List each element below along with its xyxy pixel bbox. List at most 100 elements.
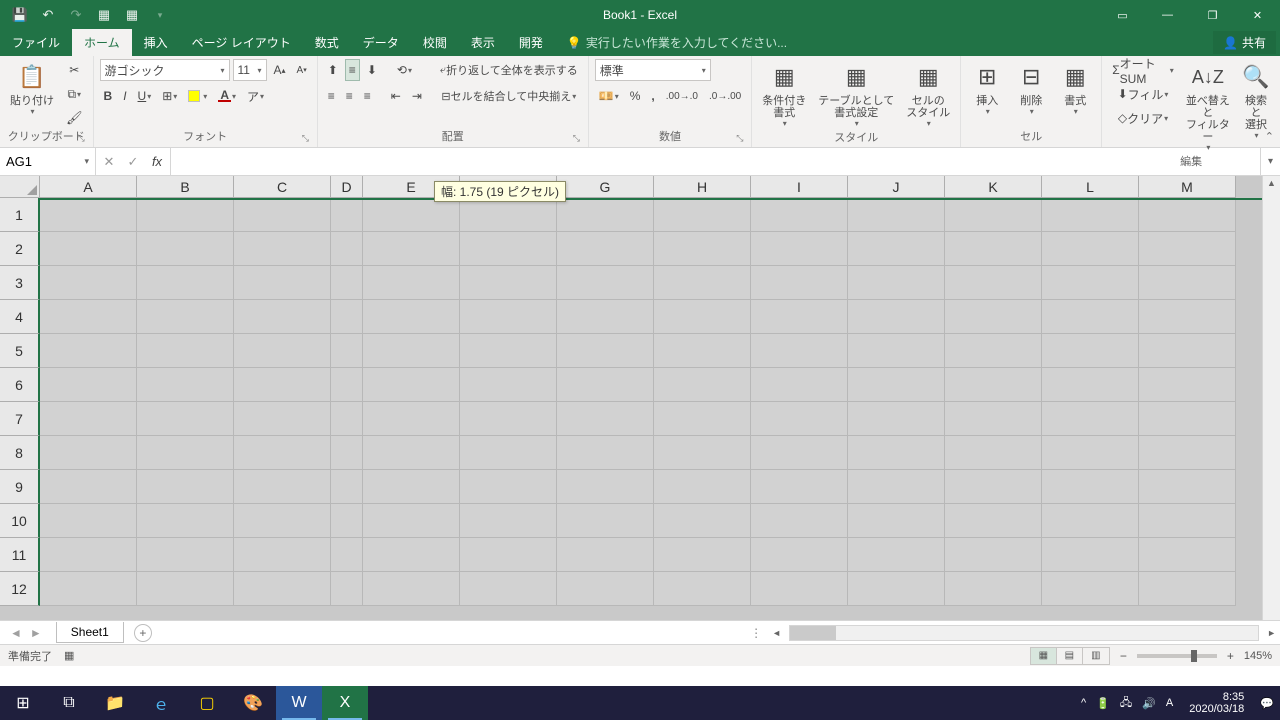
cell[interactable]: [945, 266, 1042, 300]
hscroll-track[interactable]: [789, 625, 1259, 641]
increase-font-button[interactable]: A▴: [270, 59, 290, 81]
task-view-button[interactable]: ⧉: [46, 686, 92, 720]
share-button[interactable]: 👤 共有: [1213, 31, 1276, 54]
tab-home[interactable]: ホーム: [72, 29, 132, 56]
alignment-dialog-launcher-icon[interactable]: ⤡: [573, 133, 585, 145]
cell[interactable]: [40, 200, 137, 232]
taskbar-excel-icon[interactable]: X: [322, 686, 368, 720]
cell[interactable]: [751, 232, 848, 266]
cell[interactable]: [945, 436, 1042, 470]
cell[interactable]: [848, 402, 945, 436]
sort-filter-button[interactable]: A↓Z並べ替えと フィルター▾: [1182, 59, 1234, 154]
number-dialog-launcher-icon[interactable]: ⤡: [736, 133, 748, 145]
cell[interactable]: [363, 470, 460, 504]
cell[interactable]: [945, 200, 1042, 232]
format-painter-button[interactable]: 🖌: [62, 107, 87, 129]
cell[interactable]: [331, 504, 363, 538]
cell[interactable]: [945, 300, 1042, 334]
cell[interactable]: [137, 266, 234, 300]
cell[interactable]: [654, 200, 751, 232]
column-header[interactable]: A: [40, 176, 137, 198]
cell[interactable]: [1042, 334, 1139, 368]
cell[interactable]: [460, 334, 557, 368]
cell[interactable]: [331, 538, 363, 572]
font-size-combo[interactable]: 11▾: [233, 59, 267, 81]
restore-icon[interactable]: ❐: [1190, 0, 1235, 30]
qat-custom-1-icon[interactable]: ▦: [96, 7, 112, 23]
row-header[interactable]: 1: [0, 198, 40, 232]
page-break-view-button[interactable]: ▥: [1083, 648, 1109, 664]
cell[interactable]: [137, 436, 234, 470]
zoom-level[interactable]: 145%: [1244, 650, 1272, 662]
cell[interactable]: [460, 200, 557, 232]
cell[interactable]: [460, 300, 557, 334]
delete-cells-button[interactable]: ⊟削除▾: [1011, 59, 1051, 118]
row-header[interactable]: 4: [0, 300, 40, 334]
cell[interactable]: [557, 232, 654, 266]
cell[interactable]: [945, 470, 1042, 504]
cell[interactable]: [945, 402, 1042, 436]
font-color-button[interactable]: A▾: [214, 85, 240, 107]
cells-area[interactable]: [40, 198, 1262, 620]
cell[interactable]: [848, 436, 945, 470]
cell[interactable]: [234, 402, 331, 436]
column-header[interactable]: L: [1042, 176, 1139, 198]
cell[interactable]: [331, 436, 363, 470]
cell[interactable]: [363, 266, 460, 300]
decrease-decimal-button[interactable]: .0→.00: [705, 85, 745, 107]
cell[interactable]: [1139, 334, 1236, 368]
cell[interactable]: [751, 300, 848, 334]
cell[interactable]: [848, 266, 945, 300]
column-header[interactable]: G: [557, 176, 654, 198]
taskbar-word-icon[interactable]: W: [276, 686, 322, 720]
save-icon[interactable]: 💾: [12, 7, 28, 23]
cell[interactable]: [234, 266, 331, 300]
scroll-right-icon[interactable]: ►: [1263, 628, 1280, 638]
name-box[interactable]: AG1▾: [0, 148, 96, 175]
cell[interactable]: [751, 402, 848, 436]
cell[interactable]: [331, 470, 363, 504]
cell[interactable]: [40, 538, 137, 572]
taskbar-ie-icon[interactable]: ｅ: [138, 686, 184, 720]
tab-page-layout[interactable]: ページ レイアウト: [180, 29, 303, 56]
row-header[interactable]: 2: [0, 232, 40, 266]
wrap-text-button[interactable]: ⤶ 折り返して全体を表示する: [436, 59, 582, 81]
cell[interactable]: [1139, 300, 1236, 334]
column-header[interactable]: K: [945, 176, 1042, 198]
cell[interactable]: [557, 266, 654, 300]
insert-cells-button[interactable]: ⊞挿入▾: [967, 59, 1007, 118]
cell[interactable]: [654, 436, 751, 470]
comma-style-button[interactable]: ,: [647, 85, 658, 107]
cell[interactable]: [40, 266, 137, 300]
collapse-ribbon-icon[interactable]: ⌃: [1265, 130, 1274, 143]
cell[interactable]: [945, 368, 1042, 402]
cell[interactable]: [1042, 200, 1139, 232]
cell[interactable]: [557, 402, 654, 436]
cell[interactable]: [557, 572, 654, 606]
cell[interactable]: [654, 266, 751, 300]
horizontal-scrollbar[interactable]: ⋮ ◄ ►: [744, 621, 1280, 644]
decrease-indent-button[interactable]: ⇤: [387, 85, 405, 107]
cell[interactable]: [363, 200, 460, 232]
cell[interactable]: [460, 402, 557, 436]
cell[interactable]: [234, 232, 331, 266]
cell[interactable]: [331, 300, 363, 334]
clear-button[interactable]: ◇ クリア▾: [1108, 107, 1178, 129]
cell[interactable]: [751, 334, 848, 368]
cell[interactable]: [1139, 402, 1236, 436]
cell[interactable]: [40, 402, 137, 436]
cell[interactable]: [751, 266, 848, 300]
taskbar-sticky-icon[interactable]: ▢: [184, 686, 230, 720]
cell[interactable]: [234, 470, 331, 504]
paste-button[interactable]: 📋 貼り付け ▾: [6, 59, 58, 118]
cell[interactable]: [1139, 368, 1236, 402]
tab-data[interactable]: データ: [351, 29, 411, 56]
cell-styles-button[interactable]: ▦セルの スタイル▾: [902, 59, 954, 130]
cell[interactable]: [1042, 368, 1139, 402]
sheet-nav-prev-icon[interactable]: ◄: [10, 626, 22, 640]
cell[interactable]: [331, 402, 363, 436]
tab-developer[interactable]: 開発: [507, 29, 555, 56]
cell[interactable]: [331, 334, 363, 368]
fill-button[interactable]: ⬇ フィル▾: [1108, 83, 1178, 105]
cell[interactable]: [1042, 266, 1139, 300]
